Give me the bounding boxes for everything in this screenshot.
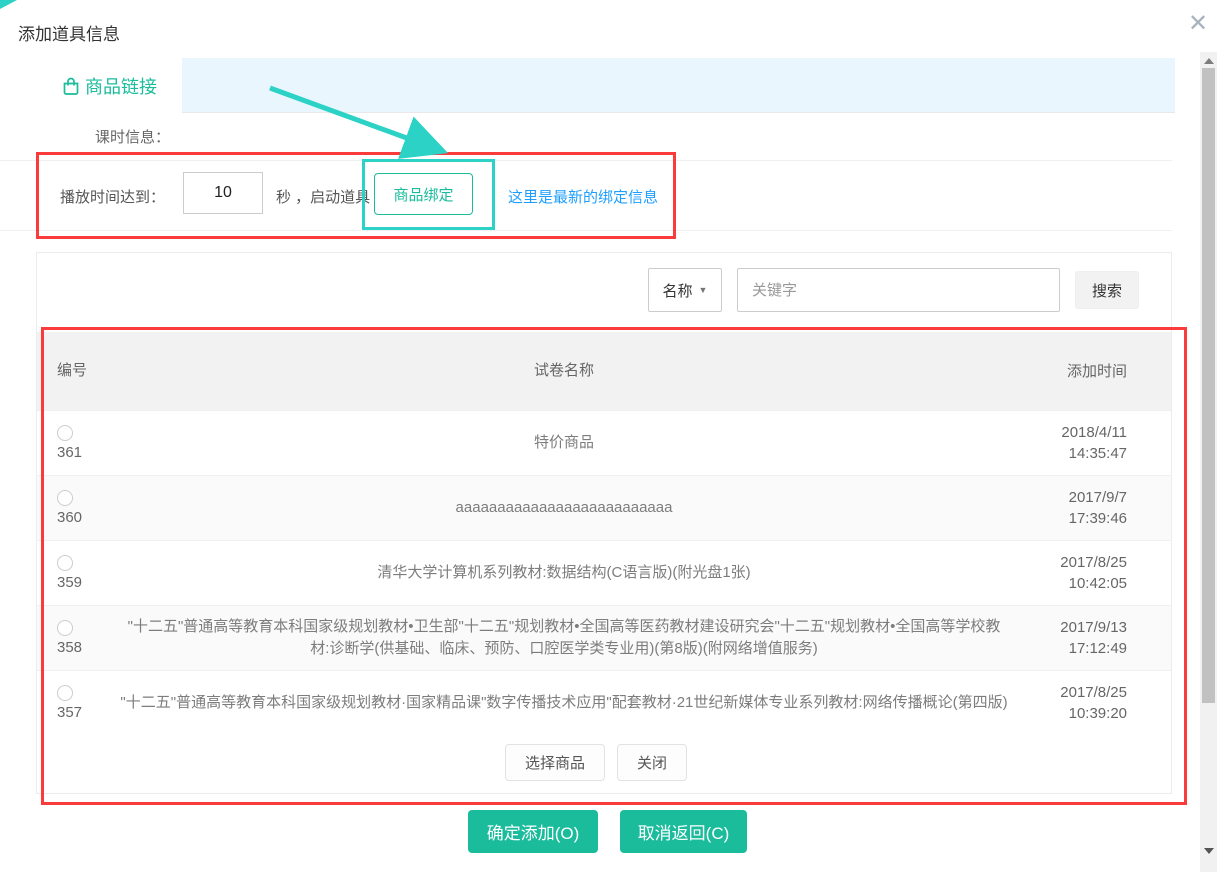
scrollbar-down-icon[interactable] xyxy=(1204,848,1214,854)
row-time: 2018/4/1114:35:47 xyxy=(1021,422,1171,464)
latest-bind-info-link[interactable]: 这里是最新的绑定信息 xyxy=(508,186,658,207)
table-row: 360 aaaaaaaaaaaaaaaaaaaaaaaaaa 2017/9/71… xyxy=(37,475,1171,540)
dialog-add-prop-info: 添加道具信息 ✕ 商品链接 课时信息： 播放时间达到： 秒 ，启动道具 商品绑定… xyxy=(0,0,1225,872)
scrollbar-thumb[interactable] xyxy=(1202,68,1215,703)
shopping-bag-icon xyxy=(61,76,81,96)
search-field-selected-value: 名称 xyxy=(663,280,693,301)
header-time: 添加时间 xyxy=(1021,361,1171,382)
header-id: 编号 xyxy=(37,359,107,383)
search-field-select[interactable]: 名称 ▼ xyxy=(648,268,722,312)
radio-button[interactable] xyxy=(57,685,73,701)
keyword-input[interactable] xyxy=(737,268,1060,312)
radio-button[interactable] xyxy=(57,620,73,636)
cancel-return-button[interactable]: 取消返回(C) xyxy=(620,810,747,853)
tab-bar: 商品链接 xyxy=(36,58,1175,113)
table-header-row: 编号 试卷名称 添加时间 xyxy=(37,332,1171,410)
tab-product-link[interactable]: 商品链接 xyxy=(36,58,182,113)
row-name: 清华大学计算机系列教材:数据结构(C语言版)(附光盘1张) xyxy=(107,562,1021,584)
product-table: 编号 试卷名称 添加时间 361 特价商品 2018/4/1114:35:47 … xyxy=(37,332,1171,735)
seconds-suffix-label: 秒 ，启动道具 xyxy=(276,186,370,207)
row-time: 2017/8/2510:39:20 xyxy=(1021,682,1171,724)
table-row: 361 特价商品 2018/4/1114:35:47 xyxy=(37,410,1171,475)
table-row: 359 清华大学计算机系列教材:数据结构(C语言版)(附光盘1张) 2017/8… xyxy=(37,540,1171,605)
divider xyxy=(0,160,1172,161)
chevron-down-icon: ▼ xyxy=(699,285,708,295)
row-id: 358 xyxy=(57,639,82,656)
row-name: aaaaaaaaaaaaaaaaaaaaaaaaaa xyxy=(107,497,1021,519)
product-bind-button[interactable]: 商品绑定 xyxy=(374,173,473,215)
row-name: "十二五"普通高等教育本科国家级规划教材•卫生部"十二五"规划教材•全国高等医药… xyxy=(107,616,1021,660)
close-icon[interactable]: ✕ xyxy=(1188,12,1208,36)
radio-button[interactable] xyxy=(57,425,73,441)
play-time-label: 播放时间达到： xyxy=(60,186,165,207)
seconds-input[interactable] xyxy=(183,172,263,214)
row-name: 特价商品 xyxy=(107,432,1021,454)
dialog-title: 添加道具信息 xyxy=(18,20,120,45)
row-id: 361 xyxy=(57,444,82,461)
corner-annotation-wedge xyxy=(0,0,17,9)
row-name: "十二五"普通高等教育本科国家级规划教材·国家精品课"数字传播技术应用"配套教材… xyxy=(107,692,1021,714)
row-time: 2017/9/1317:12:49 xyxy=(1021,617,1171,659)
search-button[interactable]: 搜索 xyxy=(1075,271,1139,309)
select-product-button[interactable]: 选择商品 xyxy=(505,744,605,781)
tab-label: 商品链接 xyxy=(85,73,157,99)
row-id: 359 xyxy=(57,574,82,591)
table-row: 358 "十二五"普通高等教育本科国家级规划教材•卫生部"十二五"规划教材•全国… xyxy=(37,605,1171,670)
divider xyxy=(0,230,1172,231)
confirm-add-button[interactable]: 确定添加(O) xyxy=(468,810,598,853)
row-time: 2017/9/717:39:46 xyxy=(1021,487,1171,529)
lesson-info-label: 课时信息： xyxy=(95,126,170,147)
close-list-button[interactable]: 关闭 xyxy=(617,744,687,781)
row-id: 360 xyxy=(57,509,82,526)
scrollbar-up-icon[interactable] xyxy=(1204,58,1214,64)
table-row: 357 "十二五"普通高等教育本科国家级规划教材·国家精品课"数字传播技术应用"… xyxy=(37,670,1171,735)
row-id: 357 xyxy=(57,704,82,721)
row-time: 2017/8/2510:42:05 xyxy=(1021,552,1171,594)
header-name: 试卷名称 xyxy=(107,360,1021,382)
radio-button[interactable] xyxy=(57,490,73,506)
radio-button[interactable] xyxy=(57,555,73,571)
